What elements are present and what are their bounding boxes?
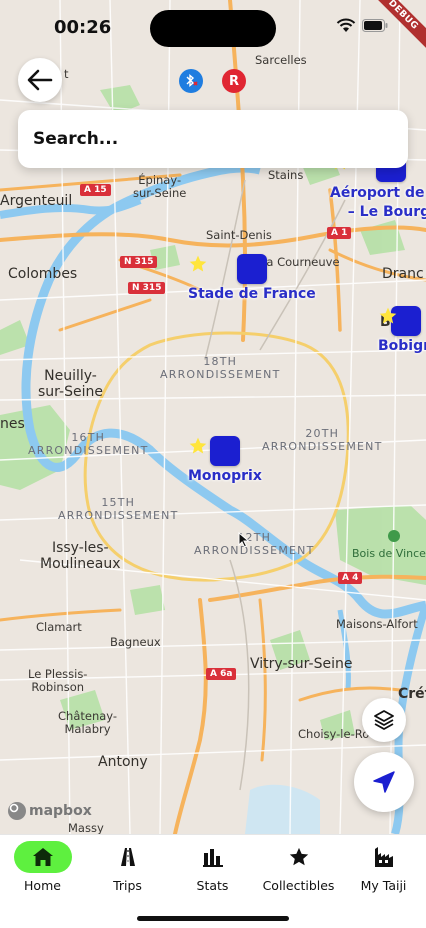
place-antony: Antony: [98, 754, 148, 770]
road-shield-n315a: N 315: [120, 256, 158, 268]
stats-icon: [202, 849, 223, 867]
arrondissement-15: 15TH ARRONDISSEMENT: [58, 496, 179, 522]
place-maisons-alfort: Maisons-Alfort: [336, 617, 418, 631]
poi-bobigny[interactable]: Bobign: [378, 306, 426, 354]
layers-icon: [374, 710, 394, 730]
mapbox-text: mapbox: [29, 803, 92, 819]
place-vitry: Vitry-sur-Seine: [250, 656, 353, 672]
nav-item-trips[interactable]: Trips: [85, 841, 170, 893]
home-icon: [32, 848, 53, 866]
poi-label-stade: Stade de France: [188, 286, 316, 302]
place-stains: Stains: [268, 168, 304, 182]
layers-button[interactable]: [362, 698, 406, 742]
wifi-icon: [336, 18, 356, 32]
arrondissement-18: 18TH ARRONDISSEMENT: [160, 355, 281, 381]
place-drancy: Dranc: [382, 266, 424, 282]
bluetooth-off-icon[interactable]: [179, 69, 203, 93]
locate-me-button[interactable]: [354, 752, 414, 812]
place-choisy: Choisy-le-Ro: [298, 727, 370, 741]
poi-stade-de-france[interactable]: Stade de France: [188, 254, 316, 302]
nav-label-my-taiji: My Taiji: [360, 878, 407, 893]
battery-icon: [362, 19, 388, 32]
nav-item-home[interactable]: Home: [0, 841, 85, 893]
star-icon: [289, 847, 308, 866]
road-shield-n315b: N 315: [128, 282, 166, 294]
road-shield-a15: A 15: [80, 184, 111, 196]
arrow-left-icon: [27, 69, 53, 91]
place-t-fragment: t: [64, 67, 69, 81]
taiji-icon: [374, 847, 393, 867]
navigation-arrow-icon: [373, 771, 395, 793]
road-shield-a1: A 1: [327, 227, 352, 239]
status-time: 00:26: [54, 17, 112, 38]
place-sarcelles: Sarcelles: [255, 53, 307, 67]
nav-label-collectibles: Collectibles: [262, 878, 335, 893]
bottom-navigation: Home Trips Stats Collectibles My Taiji: [0, 834, 426, 928]
poi-label-aeroport: Aéroport de P – Le Bourge: [330, 185, 426, 220]
place-epinay: Épinay- sur-Seine: [133, 173, 187, 201]
trips-icon: [120, 848, 135, 866]
place-creteil: Crét: [398, 686, 426, 702]
place-massy: Massy: [68, 821, 104, 834]
home-indicator: [137, 916, 289, 921]
place-issy: Issy-les- Moulineaux: [40, 540, 121, 573]
star-icon: [189, 436, 240, 466]
place-clamart: Clamart: [36, 620, 82, 634]
arrondissement-12: 12TH ARRONDISSEMENT: [194, 531, 315, 557]
road-shield-a6a: A 6a: [206, 668, 237, 680]
place-saint-denis: Saint-Denis: [206, 228, 272, 242]
dynamic-island: [150, 10, 276, 47]
star-icon: [189, 254, 267, 284]
place-colombes: Colombes: [8, 266, 78, 282]
nav-item-stats[interactable]: Stats: [170, 841, 255, 893]
place-bagneux: Bagneux: [110, 635, 161, 649]
place-argenteuil: Argenteuil: [0, 193, 73, 209]
place-le-plessis: Le Plessis- Robinson: [28, 667, 88, 695]
nav-label-stats: Stats: [196, 878, 229, 893]
star-icon: [379, 306, 421, 336]
poi-label-bobigny: Bobign: [378, 338, 426, 354]
search-input[interactable]: [33, 129, 408, 149]
mapbox-logo-icon: [8, 802, 26, 820]
arrondissement-20: 20TH ARRONDISSEMENT: [262, 427, 383, 453]
nav-item-my-taiji[interactable]: My Taiji: [341, 841, 426, 893]
place-chatenay: Châtenay- Malabry: [58, 709, 118, 737]
poi-monoprix[interactable]: Monoprix: [188, 436, 262, 484]
place-neuilly: Neuilly- sur-Seine: [38, 368, 103, 401]
mapbox-attribution[interactable]: mapbox: [8, 802, 92, 820]
status-icons: [336, 18, 388, 33]
road-shield-a4: A 4: [338, 572, 363, 584]
back-button[interactable]: [18, 58, 62, 102]
arrondissement-16: 16TH ARRONDISSEMENT: [28, 431, 149, 457]
nav-item-collectibles[interactable]: Collectibles: [256, 841, 341, 893]
nav-label-home: Home: [24, 878, 61, 893]
place-nes: nes: [0, 416, 25, 432]
park-icon: [388, 530, 400, 542]
nav-home-highlight: [13, 841, 72, 873]
poi-label-monoprix: Monoprix: [188, 468, 262, 484]
nav-label-trips: Trips: [113, 878, 142, 893]
search-bar[interactable]: [18, 110, 408, 168]
record-badge-icon[interactable]: R: [222, 69, 246, 93]
place-bois-de-vincennes: Bois de Vincen: [352, 547, 426, 560]
